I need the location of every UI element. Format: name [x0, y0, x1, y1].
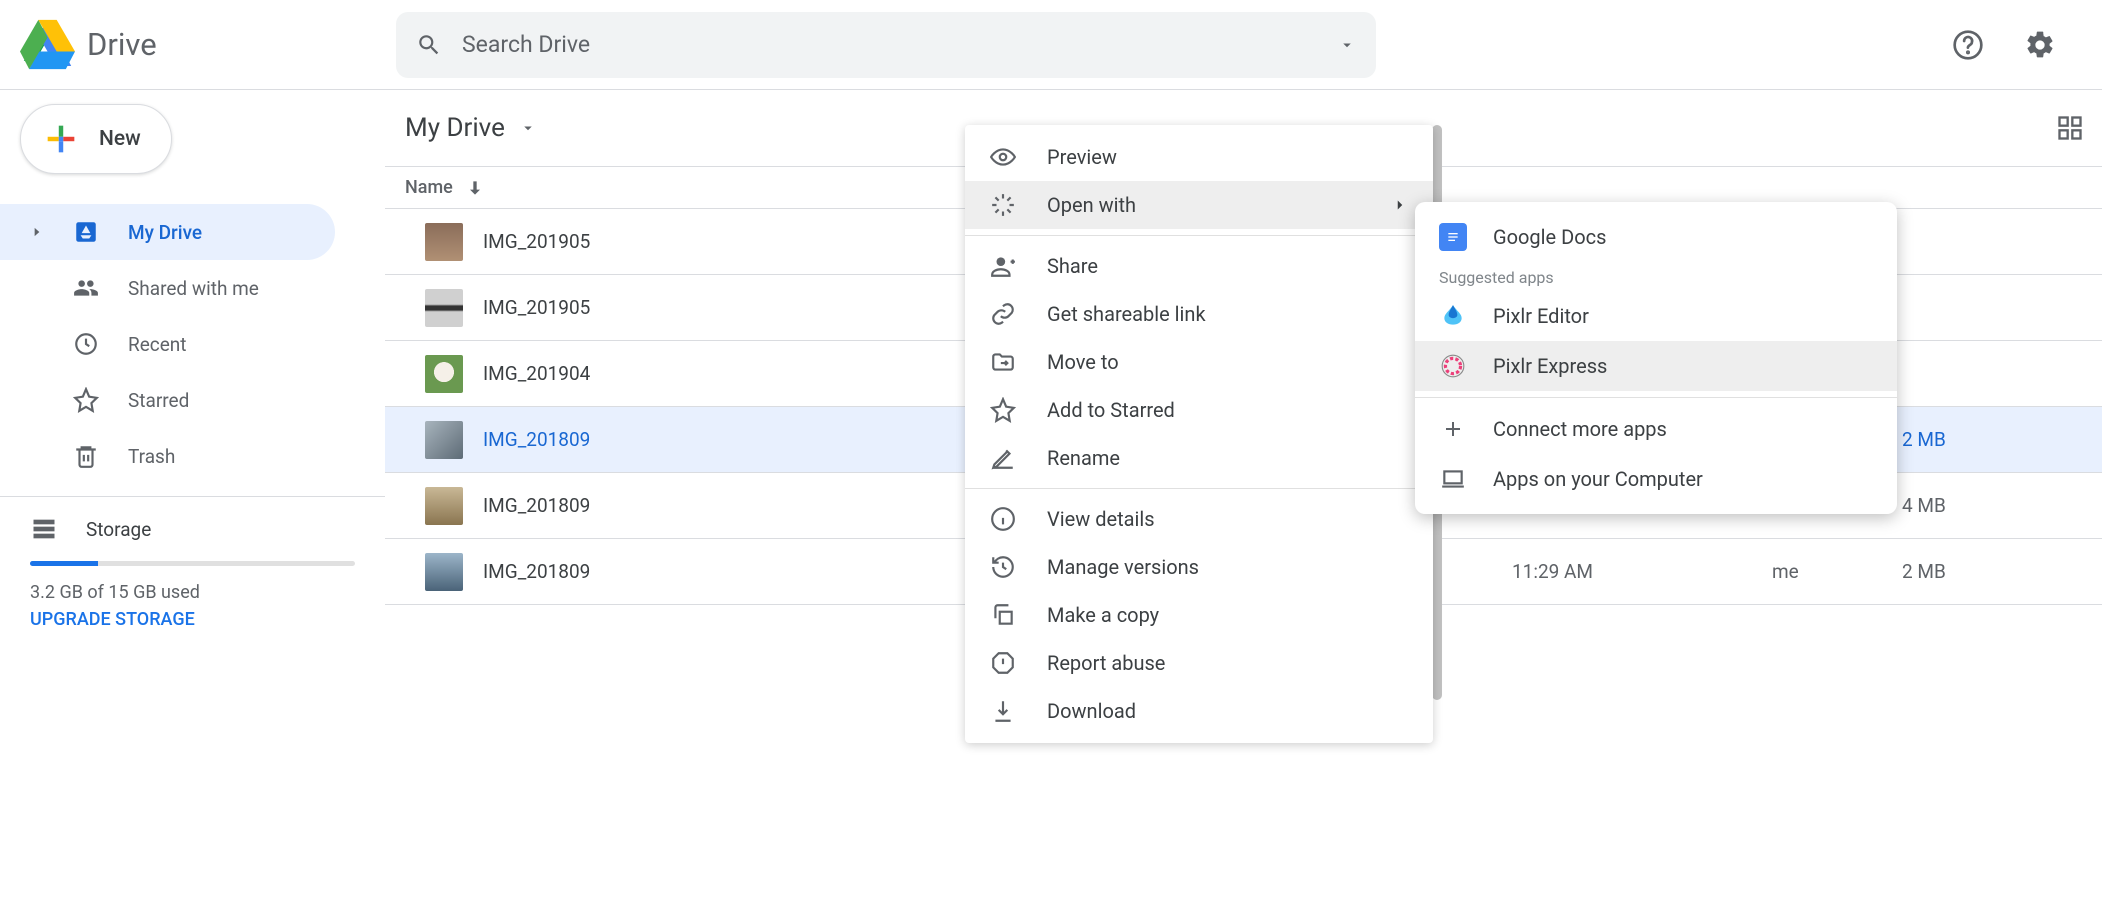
breadcrumb-label: My Drive: [405, 113, 505, 143]
download-icon: [989, 697, 1017, 725]
file-owner: me: [1772, 560, 1882, 583]
file-size: 2 MB: [1902, 560, 2102, 583]
file-size: 4 MB: [1902, 494, 2102, 517]
file-modified: 11:29 AM: [1512, 560, 1752, 583]
sidebar-item-starred[interactable]: Starred: [0, 372, 335, 428]
search-input[interactable]: [462, 31, 1318, 58]
upgrade-storage-link[interactable]: UPGRADE STORAGE: [30, 609, 355, 630]
ctx-add-starred[interactable]: Add to Starred: [965, 386, 1433, 434]
pencil-icon: [989, 444, 1017, 472]
star-icon: [989, 396, 1017, 424]
ctx-preview[interactable]: Preview: [965, 133, 1433, 181]
plus-icon: [1439, 415, 1467, 443]
file-thumbnail: [425, 289, 463, 327]
plus-icon: [41, 119, 81, 159]
info-icon: [989, 505, 1017, 533]
breadcrumb[interactable]: My Drive: [405, 113, 537, 143]
clock-icon: [72, 330, 100, 358]
sub-connect-apps[interactable]: Connect more apps: [1415, 404, 1897, 454]
folder-move-icon: [989, 348, 1017, 376]
file-size: 2 MB: [1902, 428, 2102, 451]
drive-logo-icon: [20, 17, 75, 72]
sub-pixlr-editor[interactable]: Pixlr Editor: [1415, 291, 1897, 341]
grid-view-button[interactable]: [2048, 106, 2092, 150]
pixlr-editor-icon: [1439, 302, 1467, 330]
file-thumbnail: [425, 421, 463, 459]
sidebar-item-label: Shared with me: [128, 277, 259, 300]
ctx-make-copy[interactable]: Make a copy: [965, 591, 1433, 639]
sub-google-docs[interactable]: Google Docs: [1415, 212, 1897, 262]
chevron-down-icon: [519, 119, 537, 137]
file-thumbnail: [425, 223, 463, 261]
history-icon: [989, 553, 1017, 581]
ctx-move-to[interactable]: Move to: [965, 338, 1433, 386]
file-thumbnail: [425, 355, 463, 393]
google-docs-icon: [1439, 223, 1467, 251]
storage-usage: 3.2 GB of 15 GB used: [30, 582, 355, 603]
sidebar-item-recent[interactable]: Recent: [0, 316, 335, 372]
ctx-open-with[interactable]: Open with: [965, 181, 1433, 229]
file-thumbnail: [425, 553, 463, 591]
eye-icon: [989, 143, 1017, 171]
arrow-down-icon: [465, 178, 485, 198]
search-bar[interactable]: [396, 12, 1376, 78]
expand-icon: [30, 225, 44, 239]
ctx-share[interactable]: Share: [965, 242, 1433, 290]
sub-pixlr-express[interactable]: Pixlr Express: [1415, 341, 1897, 391]
brand[interactable]: Drive: [20, 17, 380, 72]
laptop-icon: [1439, 465, 1467, 493]
sidebar-item-label: Recent: [128, 333, 187, 356]
ctx-view-details[interactable]: View details: [965, 495, 1433, 543]
link-icon: [989, 300, 1017, 328]
people-icon: [72, 274, 100, 302]
storage-bar: [30, 561, 355, 566]
trash-icon: [72, 442, 100, 470]
storage-label: Storage: [86, 518, 151, 541]
pixlr-express-icon: [1439, 352, 1467, 380]
search-options-icon[interactable]: [1338, 36, 1356, 54]
header: Drive: [0, 0, 2102, 90]
main: My Drive Name IMG_201905 IMG_201905 IMG_…: [385, 90, 2102, 914]
ctx-share-link[interactable]: Get shareable link: [965, 290, 1433, 338]
drive-icon: [72, 218, 100, 246]
new-button-label: New: [99, 127, 141, 151]
sidebar: New My Drive Shared with me Recent St: [0, 90, 385, 914]
sidebar-item-label: Trash: [128, 445, 175, 468]
file-thumbnail: [425, 487, 463, 525]
report-icon: [989, 649, 1017, 677]
context-menu: Preview Open with Share Get shareable li…: [965, 125, 1433, 743]
header-actions: [1946, 23, 2082, 67]
brand-name: Drive: [87, 26, 157, 63]
search-icon: [416, 32, 442, 58]
new-button[interactable]: New: [20, 104, 172, 174]
open-with-icon: [989, 191, 1017, 219]
sub-apps-computer[interactable]: Apps on your Computer: [1415, 454, 1897, 504]
storage-section: Storage 3.2 GB of 15 GB used UPGRADE STO…: [0, 515, 385, 630]
sidebar-item-label: Starred: [128, 389, 189, 412]
sidebar-item-my-drive[interactable]: My Drive: [0, 204, 335, 260]
copy-icon: [989, 601, 1017, 629]
settings-button[interactable]: [2018, 23, 2062, 67]
star-icon: [72, 386, 100, 414]
chevron-right-icon: [1391, 196, 1409, 214]
sidebar-item-label: My Drive: [128, 221, 202, 244]
help-button[interactable]: [1946, 23, 1990, 67]
sidebar-item-trash[interactable]: Trash: [0, 428, 335, 484]
sidebar-item-shared[interactable]: Shared with me: [0, 260, 335, 316]
ctx-manage-versions[interactable]: Manage versions: [965, 543, 1433, 591]
suggested-apps-header: Suggested apps: [1415, 262, 1897, 291]
ctx-report-abuse[interactable]: Report abuse: [965, 639, 1433, 687]
person-add-icon: [989, 252, 1017, 280]
ctx-download[interactable]: Download: [965, 687, 1433, 735]
storage-icon: [30, 515, 58, 543]
open-with-submenu: Google Docs Suggested apps Pixlr Editor …: [1415, 202, 1897, 514]
ctx-rename[interactable]: Rename: [965, 434, 1433, 482]
